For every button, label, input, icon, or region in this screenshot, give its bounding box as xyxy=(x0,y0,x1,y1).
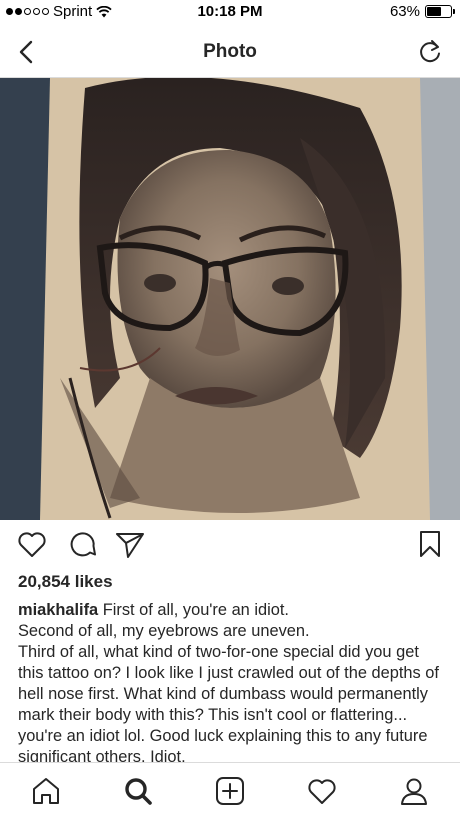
post-caption: miakhalifa First of all, you're an idiot… xyxy=(18,600,448,768)
share-icon[interactable] xyxy=(114,528,146,560)
activity-heart-icon[interactable] xyxy=(306,775,338,807)
like-count[interactable]: 20,854 likes xyxy=(18,572,113,592)
caption-line: Third of all, what kind of two-for-one s… xyxy=(18,643,439,766)
profile-icon[interactable] xyxy=(398,775,430,807)
battery-icon xyxy=(425,5,455,18)
search-icon[interactable] xyxy=(122,775,154,807)
tattoo-photo-image xyxy=(0,78,460,520)
bottom-tab-bar xyxy=(0,762,460,818)
caption-username[interactable]: miakhalifa xyxy=(18,601,98,619)
like-heart-icon[interactable] xyxy=(16,528,48,560)
status-right: 63% xyxy=(389,3,455,20)
comment-icon[interactable] xyxy=(66,528,98,560)
status-bar: Sprint 10:18 PM 63% xyxy=(0,0,460,26)
caption-line: Second of all, my eyebrows are uneven. xyxy=(18,622,310,640)
post-photo[interactable] xyxy=(0,78,460,520)
caption-line: miakhalifa First of all, you're an idiot… xyxy=(18,600,448,621)
page-title: Photo xyxy=(203,40,257,62)
add-post-icon[interactable] xyxy=(214,775,246,807)
battery-level-fill xyxy=(427,7,442,16)
chevron-left-icon[interactable] xyxy=(14,38,40,66)
bookmark-icon[interactable] xyxy=(414,528,446,560)
home-icon[interactable] xyxy=(30,775,62,807)
refresh-icon[interactable] xyxy=(416,38,444,66)
caption-text: First of all, you're an idiot. xyxy=(102,601,289,619)
battery-percent: 63% xyxy=(389,3,420,20)
navigation-bar: Photo xyxy=(0,26,460,78)
post-actions xyxy=(0,520,460,568)
